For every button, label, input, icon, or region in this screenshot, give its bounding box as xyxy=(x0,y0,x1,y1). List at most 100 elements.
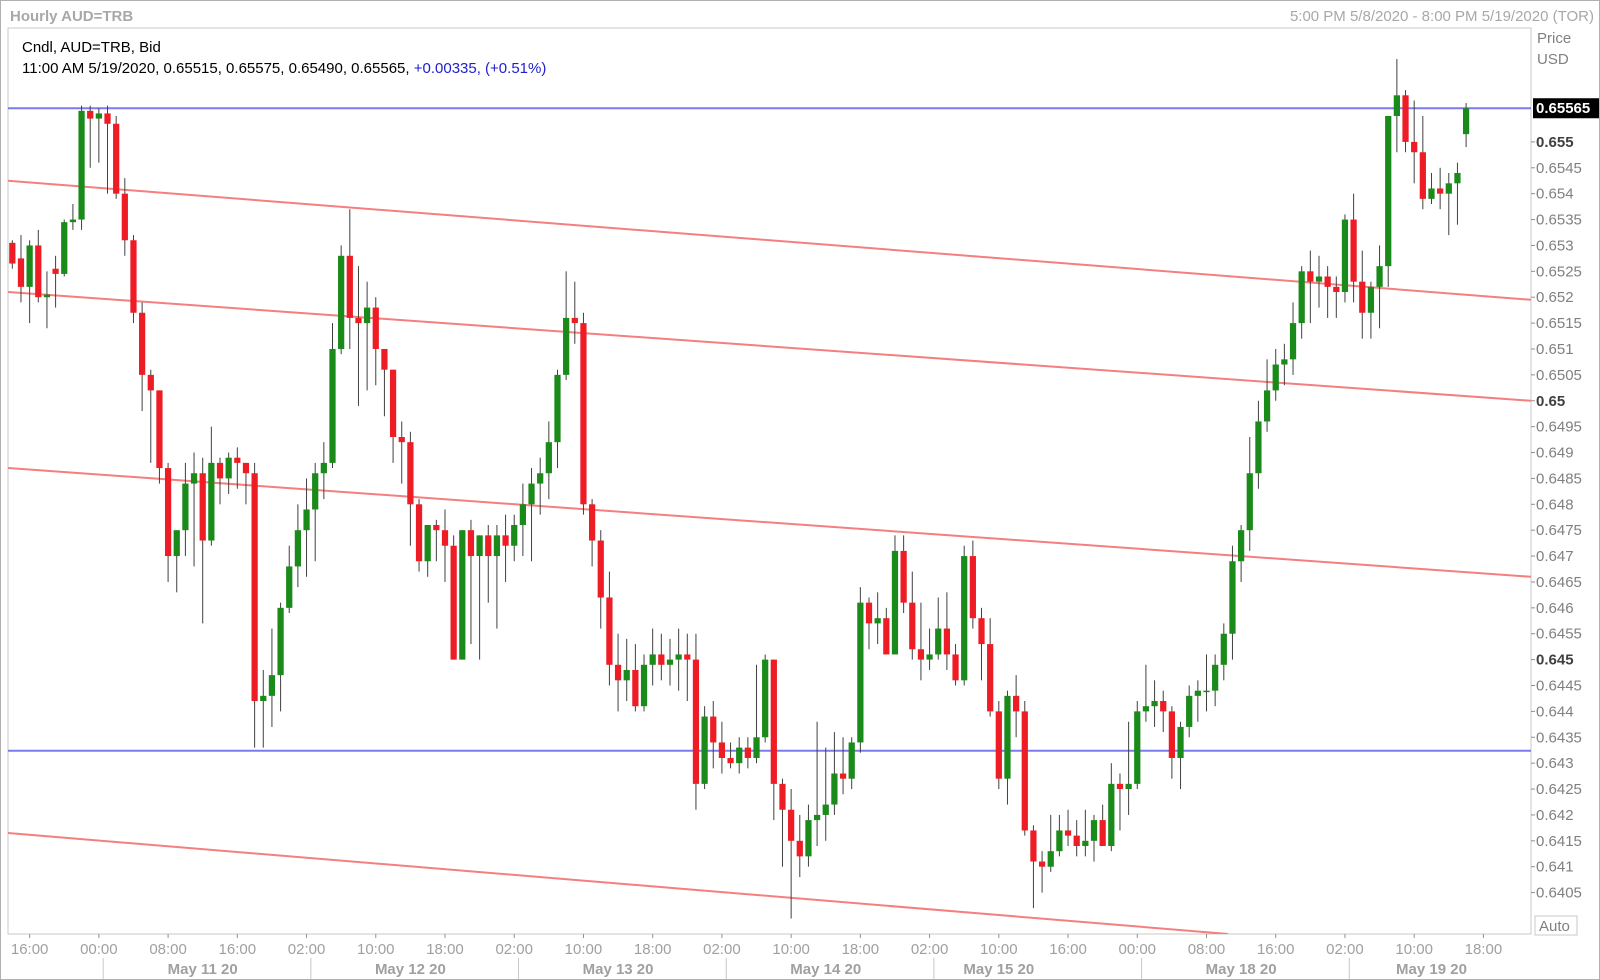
chart-window: 0.6405 0.641 0.6415 0.642 0.6425 0.643 0.6435 0… xyxy=(0,0,1600,980)
candle-body-down xyxy=(346,255,353,318)
candle-body-down xyxy=(234,457,241,463)
candle-body-down xyxy=(744,747,751,758)
candle-body-up xyxy=(1237,530,1245,562)
auto-scale-button[interactable]: Auto xyxy=(1539,918,1570,935)
candle-body-down xyxy=(900,550,907,603)
candle-body-down xyxy=(1116,783,1124,790)
candle-body-up xyxy=(1246,473,1253,531)
candle-body-up xyxy=(623,669,630,681)
candle-body-up xyxy=(813,814,821,821)
candle-body-down xyxy=(710,716,717,743)
candle-body-up xyxy=(1108,783,1115,846)
y-tick-label: 0.655 xyxy=(1536,134,1574,151)
x-tick-label: 00:00 xyxy=(80,941,118,958)
price-chart[interactable]: 0.6405 0.641 0.6415 0.642 0.6425 0.643 0.6435 0… xyxy=(0,0,1600,980)
candle-body-down xyxy=(1333,286,1340,293)
legend-change: +0.00335, (+0.51%) xyxy=(414,60,547,77)
y-tick-label: 0.6515 xyxy=(1536,315,1582,332)
x-tick-label: 02:00 xyxy=(911,941,949,958)
candle-body-down xyxy=(1073,835,1080,846)
y-tick-label: 0.646 xyxy=(1536,600,1574,617)
candle-body-down xyxy=(381,348,388,370)
candle-body-up xyxy=(208,462,215,541)
x-tick-label: 10:00 xyxy=(357,941,395,958)
candle-body-up xyxy=(675,654,682,660)
candle-body-up xyxy=(935,628,942,655)
candle-body-up xyxy=(1090,820,1098,841)
x-day-label: May 19 20 xyxy=(1396,961,1467,978)
candle-body-down xyxy=(1402,95,1409,142)
x-day-label: May 12 20 xyxy=(375,961,446,978)
candle-body-up xyxy=(753,737,760,758)
candle-body-down xyxy=(1359,281,1366,313)
candle-body-up xyxy=(493,535,501,557)
candle-body-down xyxy=(407,442,414,505)
y-tick-label: 0.6485 xyxy=(1536,470,1582,487)
y-tick-label: 0.6475 xyxy=(1536,522,1582,539)
candle-body-up xyxy=(1142,706,1150,712)
candle-body-down xyxy=(242,462,250,474)
candle-body-up xyxy=(260,695,267,702)
candle-body-up xyxy=(1289,323,1297,360)
candle-body-up xyxy=(822,804,829,815)
candle-body-up xyxy=(537,473,544,484)
candle-body-up xyxy=(78,110,85,220)
x-tick-label: 00:00 xyxy=(1118,941,1156,958)
x-tick-label: 18:00 xyxy=(1465,941,1503,958)
candle-body-up xyxy=(848,742,855,779)
candle-body-up xyxy=(286,566,293,608)
candle-body-down xyxy=(883,618,890,655)
candle-body-up xyxy=(338,255,345,349)
candle-body-up xyxy=(1186,695,1193,727)
candle-body-down xyxy=(1419,152,1426,199)
candle-body-down xyxy=(147,374,154,391)
x-tick-label: 18:00 xyxy=(426,941,464,958)
x-tick-label: 16:00 xyxy=(219,941,257,958)
candle-body-up xyxy=(736,747,743,764)
candle-body-down xyxy=(1160,701,1167,712)
y-tick-label: 0.6455 xyxy=(1536,626,1582,643)
y-tick-label: 0.6445 xyxy=(1536,677,1582,694)
x-tick-label: 16:00 xyxy=(1049,941,1087,958)
candle-body-up xyxy=(1385,116,1392,267)
candle-body-down xyxy=(658,654,665,665)
y-tick-label: 0.645 xyxy=(1536,652,1574,669)
candle-body-down xyxy=(865,602,873,624)
candle-body-down xyxy=(684,654,691,660)
candle-body-up xyxy=(225,457,232,479)
candle-body-up xyxy=(459,530,466,660)
candle-body-down xyxy=(917,649,925,660)
candle-body-up xyxy=(649,654,656,665)
candle-body-down xyxy=(614,664,622,681)
legend-ohlc-values: 11:00 AM 5/19/2020, 0.65515, 0.65575, 0.… xyxy=(22,60,410,77)
candle-body-down xyxy=(978,618,985,645)
candle-body-up xyxy=(476,535,483,557)
candle-body-down xyxy=(1064,830,1072,836)
x-tick-label: 10:00 xyxy=(565,941,603,958)
y-tick-label: 0.644 xyxy=(1536,703,1574,720)
candle-body-down xyxy=(485,535,492,557)
candle-body-up xyxy=(1393,95,1400,117)
candle-body-up xyxy=(1125,783,1132,790)
x-day-label: May 18 20 xyxy=(1206,961,1277,978)
y-tick-label: 0.654 xyxy=(1536,186,1574,203)
candle-body-up xyxy=(364,307,371,324)
plot-frame xyxy=(7,27,1532,935)
candle-body-up xyxy=(268,675,276,696)
candle-body-down xyxy=(909,602,916,650)
candle-body-down xyxy=(164,468,172,557)
y-tick-label: 0.653 xyxy=(1536,237,1574,254)
candle-body-down xyxy=(606,597,613,665)
candle-body-up xyxy=(1376,266,1383,287)
candle-body-up xyxy=(1341,219,1349,293)
candle-body-up xyxy=(1004,695,1011,779)
candle-body-up xyxy=(805,820,812,857)
y-tick-label: 0.652 xyxy=(1536,289,1574,306)
candle-body-down xyxy=(35,245,42,298)
candle-body-up xyxy=(1281,359,1288,365)
candle-body-down xyxy=(796,840,803,857)
candle-body-up xyxy=(926,654,933,660)
candle-body-up xyxy=(1272,364,1279,391)
candle-body-up xyxy=(1220,633,1227,665)
x-tick-label: 08:00 xyxy=(149,941,187,958)
